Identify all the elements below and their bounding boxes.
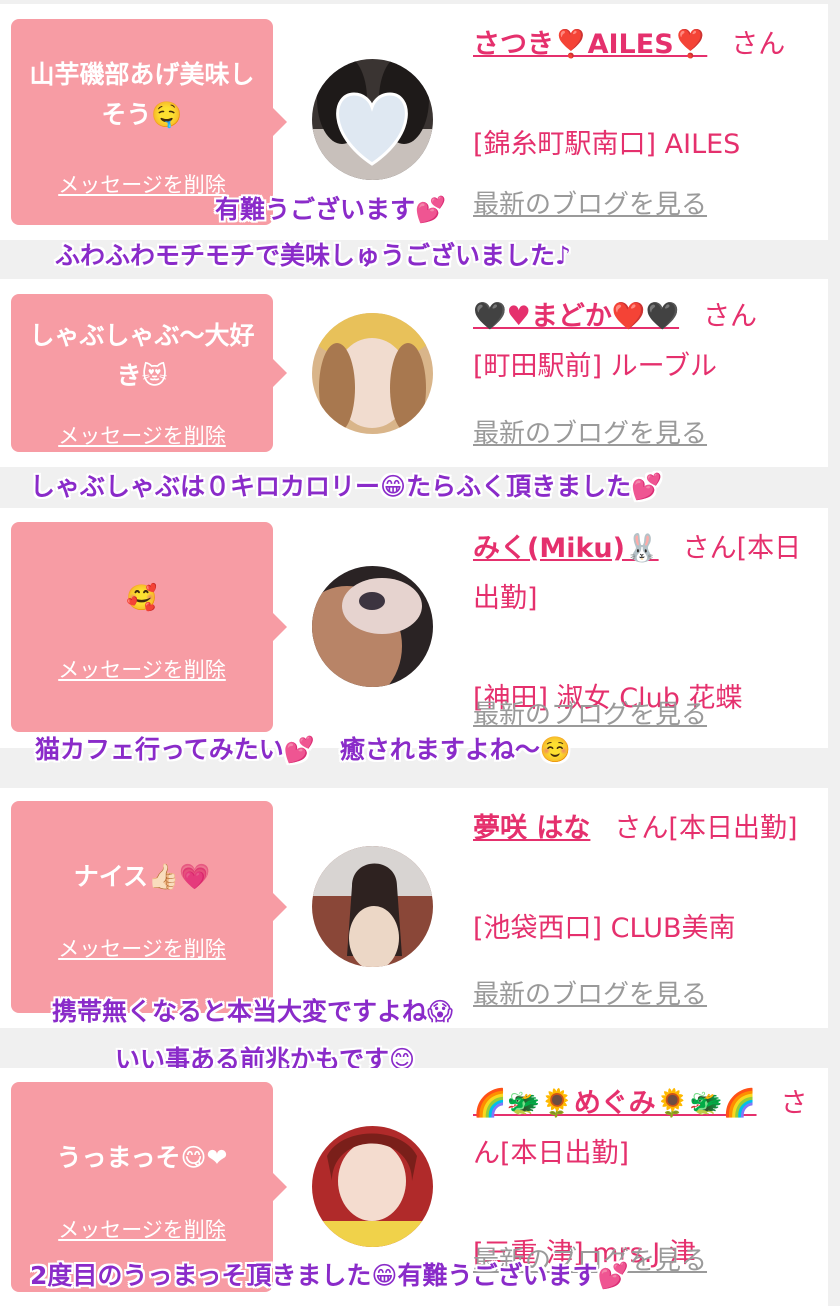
avatar[interactable] — [312, 59, 433, 180]
shop-name: [町田駅前] ルーブル — [473, 351, 718, 382]
message-bubble: ナイス👍🏻💗 メッセージを削除 — [11, 801, 287, 1013]
message-text: 🥰 — [126, 583, 158, 612]
girl-info: 🖤♥まどか❤️🖤 さん [町田駅前] ルーブル — [473, 292, 808, 392]
caption-text: 2度目のうっまっそ頂きました😁有難うございます💕 — [30, 1261, 629, 1290]
message-text: ナイス👍🏻💗 — [73, 862, 211, 891]
latest-blog-link[interactable]: 最新のブログを見る — [473, 974, 707, 1011]
delete-message-link[interactable]: メッセージを削除 — [11, 933, 273, 963]
girl-name-link[interactable]: みく(Miku)🐰 — [473, 533, 659, 564]
message-text: 山芋磯部あげ美味しそう🤤 — [29, 60, 255, 129]
message-text: うっまっそ😋❤ — [56, 1143, 228, 1172]
caption-text: 携帯無くなると本当大変ですよね😱 — [52, 997, 454, 1026]
message-text: しゃぶしゃぶ〜大好き😻 — [29, 321, 255, 390]
message-bubble: しゃぶしゃぶ〜大好き😻 メッセージを削除 — [11, 294, 287, 452]
avatar[interactable] — [312, 566, 433, 687]
girl-suffix: さん[本日出勤] — [614, 813, 798, 844]
caption-text: しゃぶしゃぶは０キロカロリー😁たらふく頂きました💕 — [30, 472, 663, 501]
latest-blog-link[interactable]: 最新のブログを見る — [473, 184, 707, 221]
delete-message-link[interactable]: メッセージを削除 — [11, 420, 273, 450]
avatar[interactable] — [312, 1126, 433, 1247]
delete-message-link[interactable]: メッセージを削除 — [11, 1214, 273, 1244]
latest-blog-link[interactable]: 最新のブログを見る — [473, 413, 707, 450]
caption-text: 猫カフェ行ってみたい💕 癒されますよね〜☺️ — [35, 735, 572, 764]
shop-name: [池袋西口] CLUB美南 — [473, 913, 736, 944]
girl-info: 夢咲 はな さん[本日出勤] [池袋西口] CLUB美南 — [473, 804, 808, 954]
caption-text: ふわふわモチモチで美味しゅうございました♪ — [55, 241, 571, 270]
delete-message-link[interactable]: メッセージを削除 — [11, 654, 273, 684]
avatar[interactable] — [312, 846, 433, 967]
message-bubble: 🥰 メッセージを削除 — [11, 522, 287, 732]
girl-name-link[interactable]: 🖤♥まどか❤️🖤 — [473, 301, 679, 332]
message-card: 🥰 メッセージを削除 みく(Miku)🐰 さん[本日出勤] [神田] 淑女 Clu… — [0, 508, 828, 748]
girl-info: さつき❣️AILES❣️ さん [錦糸町駅南口] AILES — [473, 20, 808, 170]
girl-suffix: さん — [703, 301, 758, 332]
caption-text: 有難うございます💕 — [215, 195, 447, 224]
girl-name-link[interactable]: 🌈🐲🌻めぐみ🌻🐲🌈 — [473, 1088, 757, 1119]
shop-name: [錦糸町駅南口] AILES — [473, 129, 741, 160]
girl-name-link[interactable]: 夢咲 はな — [473, 813, 590, 844]
avatar[interactable] — [312, 313, 433, 434]
girl-name-link[interactable]: さつき❣️AILES❣️ — [473, 29, 707, 60]
message-card: しゃぶしゃぶ〜大好き😻 メッセージを削除 🖤♥まどか❤️🖤 さん [町田駅前] ル… — [0, 279, 828, 467]
girl-suffix: さん — [731, 29, 786, 60]
latest-blog-link[interactable]: 最新のブログを見る — [473, 694, 707, 731]
